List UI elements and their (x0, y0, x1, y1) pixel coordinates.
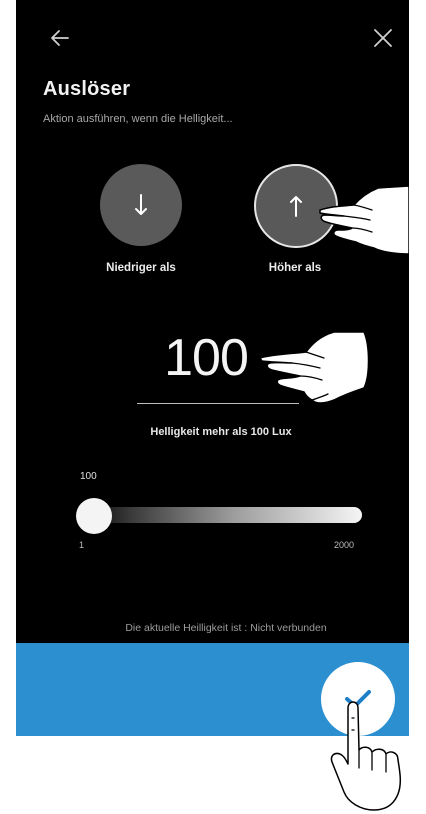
close-icon (374, 29, 392, 47)
slider-min-label: 1 (79, 540, 85, 550)
pointing-hand-icon (330, 701, 402, 811)
brightness-slider-track[interactable] (80, 507, 362, 523)
lower-than-button[interactable] (100, 164, 182, 246)
page-title: Auslöser (43, 78, 131, 100)
arrow-left-icon (51, 30, 69, 46)
threshold-summary: Helligkeit mehr als 100 Lux (150, 426, 292, 438)
top-bar (16, 0, 409, 70)
back-button[interactable] (40, 18, 80, 58)
higher-than-label: Höher als (268, 262, 322, 274)
trigger-screen: Auslöser Aktion ausführen, wenn die Hell… (16, 0, 409, 736)
arrow-up-icon (290, 196, 302, 217)
close-button[interactable] (363, 18, 403, 58)
pointing-hand-icon (319, 185, 409, 255)
page-subtitle: Aktion ausführen, wenn die Helligkeit... (43, 113, 233, 125)
slider-current-value: 100 (80, 471, 97, 482)
current-brightness-status: Die aktuelle Heilligkeit ist : Nicht ver… (125, 622, 327, 634)
slider-max-label: 2000 (334, 540, 355, 550)
pointing-hand-icon (259, 331, 370, 404)
brightness-slider-thumb[interactable] (76, 498, 112, 534)
lower-than-label: Niedriger als (106, 262, 176, 274)
arrow-down-icon (135, 194, 147, 215)
